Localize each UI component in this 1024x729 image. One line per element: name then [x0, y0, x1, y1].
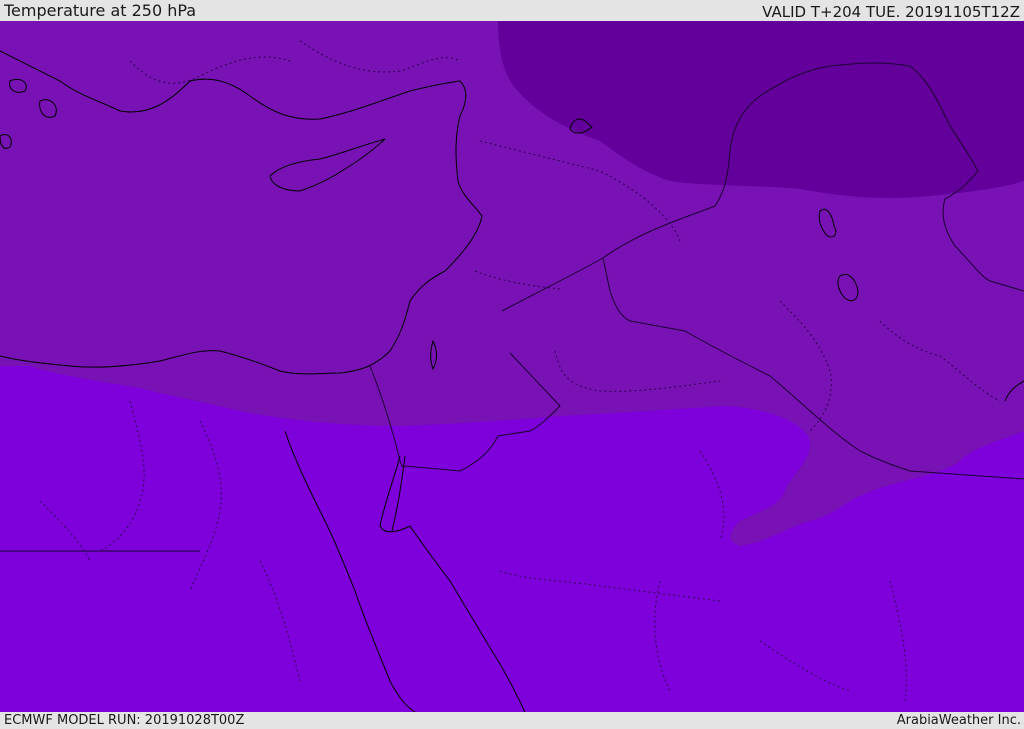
valid-time-label: VALID T+204 TUE. 20191105T12Z	[762, 3, 1020, 21]
model-run-label: ECMWF MODEL RUN: 20191028T00Z	[4, 713, 245, 728]
map-canvas	[0, 21, 1024, 712]
header-bar: Temperature at 250 hPa VALID T+204 TUE. …	[0, 0, 1024, 21]
weather-map[interactable]	[0, 21, 1024, 712]
credit-label: ArabiaWeather Inc.	[896, 713, 1021, 728]
footer-bar: ECMWF MODEL RUN: 20191028T00Z ArabiaWeat…	[0, 712, 1024, 729]
map-title: Temperature at 250 hPa	[4, 1, 197, 20]
